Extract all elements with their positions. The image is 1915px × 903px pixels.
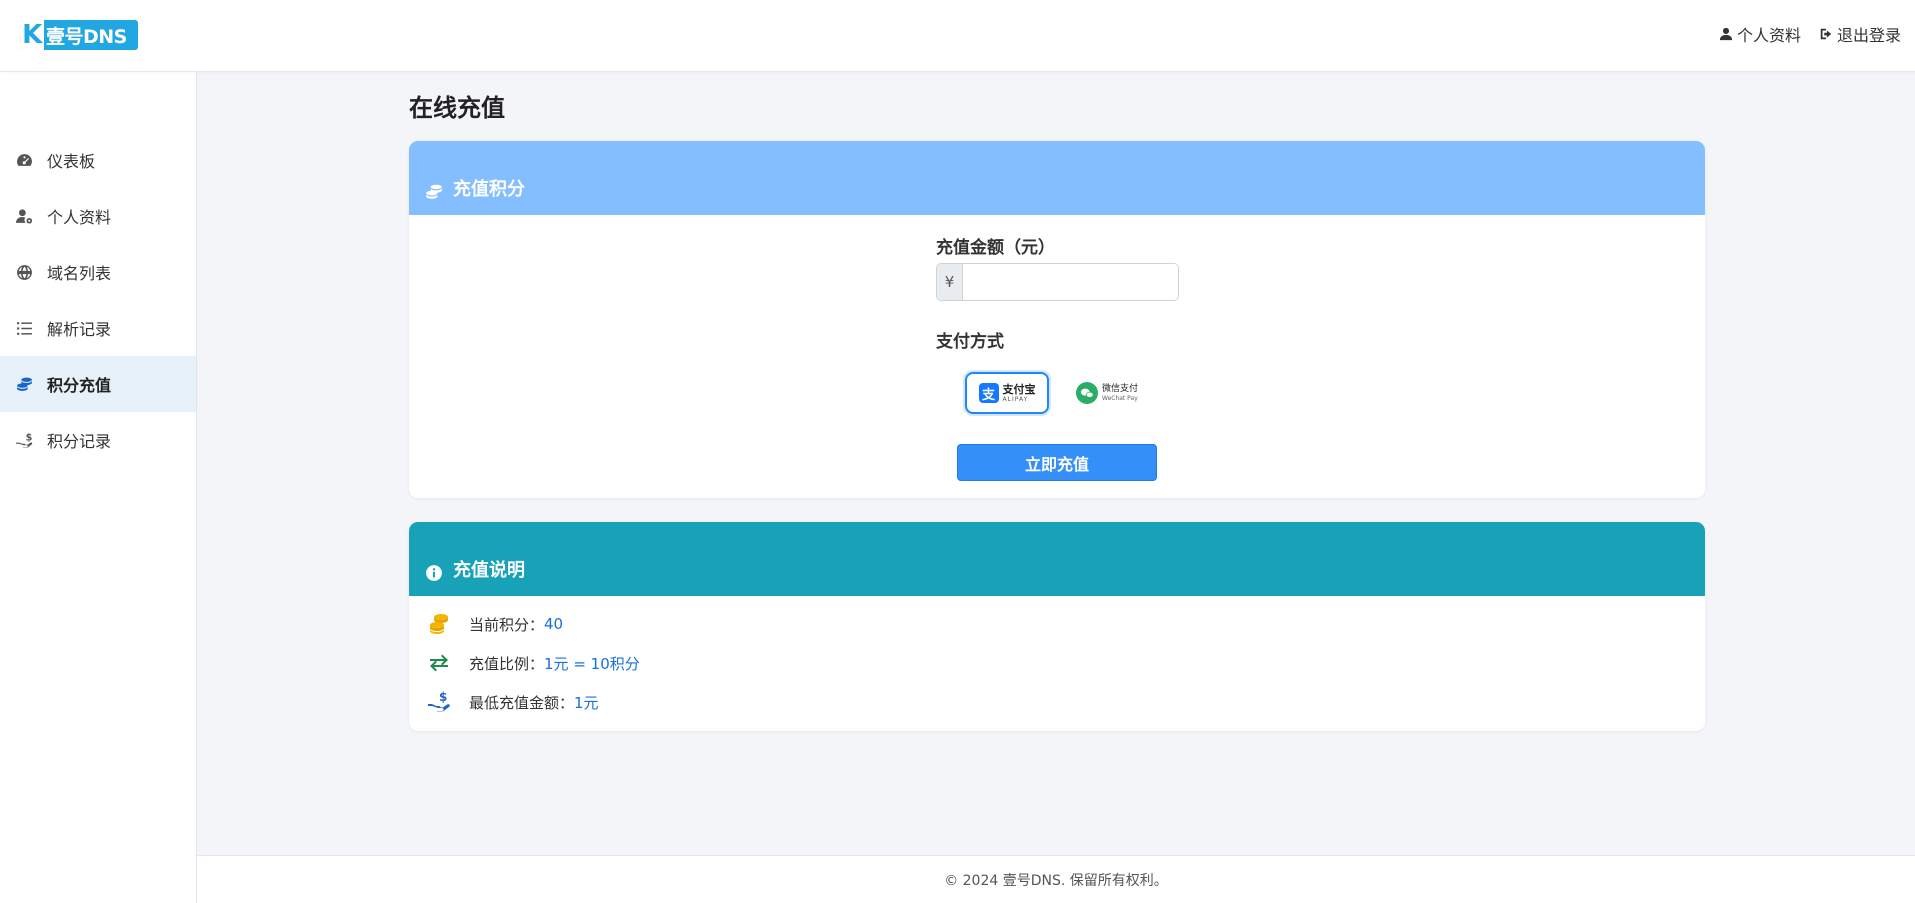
- wechat-icon: [1075, 382, 1098, 404]
- globe-icon: [17, 264, 32, 280]
- logout-link-label: 退出登录: [1836, 26, 1901, 45]
- info-circle-icon: [426, 565, 442, 581]
- recharge-card: 充值积分 充值金额（元） ¥ 支付方式 支 支付宝 ALIPAY 微信支付 We…: [409, 141, 1705, 498]
- amount-label: 充值金额（元）: [936, 238, 1055, 258]
- current-points-row: 当前积分： 40: [425, 610, 563, 638]
- recharge-card-title: 充值积分: [453, 179, 525, 200]
- logo-letter: K: [20, 20, 44, 50]
- svg-text:$: $: [439, 690, 447, 704]
- logout-link[interactable]: 退出登录: [1819, 22, 1901, 46]
- sidebar-item-domains[interactable]: 域名列表: [0, 244, 196, 300]
- sidebar-item-points-history[interactable]: $ 积分记录: [0, 412, 196, 468]
- sidebar-item-dashboard[interactable]: 仪表板: [0, 132, 196, 188]
- recharge-card-header: 充值积分: [409, 141, 1705, 215]
- user-gear-icon: [16, 208, 33, 224]
- user-icon: [1719, 27, 1733, 41]
- hand-dollar-icon: $: [425, 688, 453, 716]
- logo-text: 壹号DNS: [46, 25, 127, 48]
- brand-logo[interactable]: K 壹号DNS: [20, 20, 138, 50]
- sign-out-icon: [1820, 28, 1832, 40]
- exchange-rate-row: 充值比例： 1元 = 10积分: [425, 649, 640, 677]
- recharge-submit-button[interactable]: 立即充值: [957, 444, 1157, 481]
- sidebar-item-label: 个人资料: [47, 208, 112, 227]
- footer: © 2024 壹号DNS. 保留所有权利。: [197, 855, 1915, 903]
- exchange-rate-label: 充值比例：: [469, 654, 545, 673]
- sidebar-item-recharge[interactable]: 积分充值: [0, 356, 196, 412]
- coins-icon: [426, 184, 442, 199]
- sidebar-item-records[interactable]: 解析记录: [0, 300, 196, 356]
- gold-coins-icon: [425, 610, 453, 638]
- alipay-option[interactable]: 支 支付宝 ALIPAY: [965, 372, 1049, 414]
- current-points-label: 当前积分：: [469, 615, 545, 634]
- payment-method-label: 支付方式: [936, 332, 1004, 352]
- dashboard-icon: [17, 153, 32, 166]
- wechat-pay-option[interactable]: 微信支付 WeChat Pay: [1065, 372, 1149, 414]
- alipay-icon: 支: [978, 383, 999, 403]
- wechat-pay-text: 微信支付 WeChat Pay: [1101, 383, 1138, 402]
- sidebar: 仪表板 个人资料 域名列表 解析记录 积分充值 $ 积分记录: [0, 72, 197, 903]
- sidebar-item-label: 积分充值: [47, 376, 112, 395]
- profile-link[interactable]: 个人资料: [1719, 22, 1801, 46]
- list-icon: [17, 321, 32, 335]
- info-card-title: 充值说明: [453, 560, 525, 581]
- currency-prefix: ¥: [937, 264, 963, 300]
- current-points-value: 40: [544, 615, 564, 633]
- exchange-rate-value: 1元 = 10积分: [544, 654, 640, 673]
- sidebar-item-label: 仪表板: [47, 152, 96, 171]
- profile-link-label: 个人资料: [1736, 26, 1801, 45]
- sidebar-item-profile[interactable]: 个人资料: [0, 188, 196, 244]
- svg-text:$: $: [26, 432, 33, 443]
- sidebar-item-label: 解析记录: [47, 320, 112, 339]
- exchange-arrows-icon: [425, 649, 453, 677]
- recharge-info-card: 充值说明 当前积分： 40 充值比例： 1元 = 10积分 $ 最低充值金额： …: [409, 522, 1705, 731]
- sidebar-item-label: 积分记录: [47, 432, 112, 451]
- info-card-header: 充值说明: [409, 522, 1705, 596]
- top-right-links: 个人资料 退出登录: [1719, 22, 1901, 46]
- minimum-amount-value: 1元: [574, 693, 599, 712]
- minimum-amount-row: $ 最低充值金额： 1元: [425, 688, 599, 716]
- top-navbar: K 壹号DNS 个人资料 退出登录: [0, 0, 1915, 72]
- amount-input[interactable]: [963, 264, 1178, 300]
- amount-input-group: ¥: [936, 263, 1179, 301]
- page-title: 在线充值: [409, 94, 505, 122]
- hand-dollar-icon: $: [16, 432, 33, 448]
- minimum-amount-label: 最低充值金额：: [469, 693, 575, 712]
- alipay-text: 支付宝 ALIPAY: [1002, 382, 1036, 403]
- sidebar-item-label: 域名列表: [47, 264, 112, 283]
- coins-icon: [17, 377, 32, 391]
